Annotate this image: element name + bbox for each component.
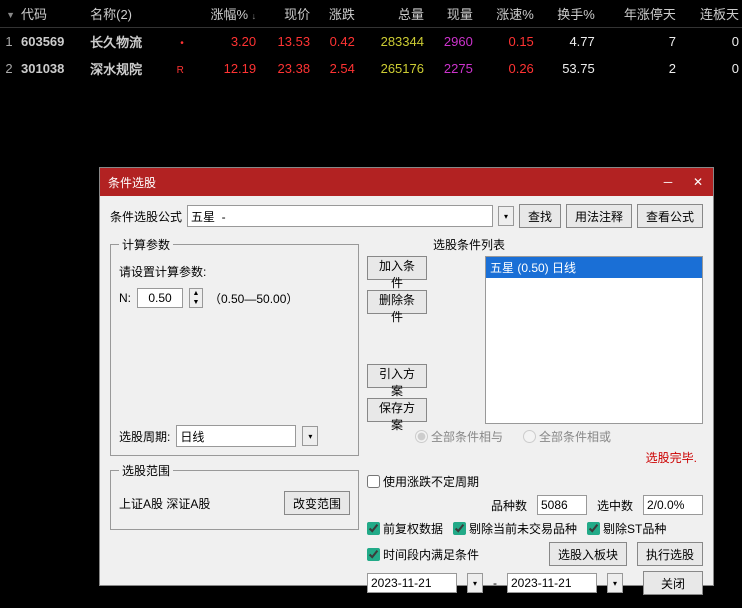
rm-nontrade-chk[interactable]: 剔除当前未交易品种 bbox=[453, 520, 577, 537]
stock-code: 603569 bbox=[18, 28, 87, 56]
col-flag bbox=[168, 0, 187, 28]
spinner-buttons[interactable]: ▲▼ bbox=[189, 288, 203, 308]
streak: 0 bbox=[679, 55, 742, 82]
col-code[interactable]: 代码 bbox=[18, 0, 87, 28]
status-text: 选股完毕. bbox=[367, 449, 703, 466]
rm-st-chk[interactable]: 剔除ST品种 bbox=[587, 520, 666, 537]
col-speed[interactable]: 涨速% bbox=[476, 0, 537, 28]
param-n-label: N: bbox=[119, 291, 131, 305]
titlebar[interactable]: 条件选股 ─ ✕ bbox=[100, 168, 713, 196]
pct: 12.19 bbox=[187, 55, 259, 82]
col-name[interactable]: 名称(2) bbox=[87, 0, 168, 28]
cur: 2960 bbox=[427, 28, 476, 56]
time-range-chk[interactable]: 时间段内满足条件 bbox=[367, 546, 479, 563]
chg: 0.42 bbox=[313, 28, 358, 56]
chg: 2.54 bbox=[313, 55, 358, 82]
col-pct[interactable]: 涨幅% ↓ bbox=[187, 0, 259, 28]
col-yup[interactable]: 年涨停天 bbox=[598, 0, 679, 28]
vol: 283344 bbox=[358, 28, 427, 56]
variety-count bbox=[537, 495, 587, 515]
date-from[interactable] bbox=[367, 573, 457, 593]
execute-button[interactable]: 执行选股 bbox=[637, 542, 703, 566]
usage-button[interactable]: 用法注释 bbox=[566, 204, 632, 228]
find-button[interactable]: 查找 bbox=[519, 204, 561, 228]
selected-label: 选中数 bbox=[597, 497, 633, 514]
stock-name: 长久物流 bbox=[87, 28, 168, 56]
view-formula-button[interactable]: 查看公式 bbox=[637, 204, 703, 228]
close-button[interactable]: 关闭 bbox=[643, 571, 703, 595]
yup: 7 bbox=[598, 28, 679, 56]
stock-code: 301038 bbox=[18, 55, 87, 82]
streak: 0 bbox=[679, 28, 742, 56]
cur: 2275 bbox=[427, 55, 476, 82]
turn: 53.75 bbox=[537, 55, 598, 82]
date-to[interactable] bbox=[507, 573, 597, 593]
scope-legend: 选股范围 bbox=[119, 462, 173, 479]
calc-params-fieldset: 计算参数 请设置计算参数: N: ▲▼ （0.50—50.00） 选股周期: bbox=[110, 236, 359, 456]
list-item[interactable]: 五星 (0.50) 日线 bbox=[486, 257, 702, 278]
param-hint: 请设置计算参数: bbox=[119, 263, 350, 280]
condition-listbox[interactable]: 五星 (0.50) 日线 bbox=[485, 256, 703, 424]
fq-chk[interactable]: 前复权数据 bbox=[367, 520, 443, 537]
table-row[interactable]: 1603569长久物流•3.2013.530.4228334429600.154… bbox=[0, 28, 742, 56]
param-range: （0.50—50.00） bbox=[209, 290, 298, 307]
radio-or: 全部条件相或 bbox=[523, 428, 611, 445]
stock-name: 深水规院 bbox=[87, 55, 168, 82]
col-vol[interactable]: 总量 bbox=[358, 0, 427, 28]
add-condition-button[interactable]: 加入条件 bbox=[367, 256, 427, 280]
save-scheme-button[interactable]: 保存方案 bbox=[367, 398, 427, 422]
col-streak[interactable]: 连板天 bbox=[679, 0, 742, 28]
date-dash: - bbox=[493, 576, 497, 590]
close-icon[interactable]: ✕ bbox=[683, 168, 713, 196]
turn: 4.77 bbox=[537, 28, 598, 56]
speed: 0.26 bbox=[476, 55, 537, 82]
col-chg[interactable]: 涨跌 bbox=[313, 0, 358, 28]
row-index: 2 bbox=[0, 55, 18, 82]
minimize-button[interactable]: ─ bbox=[653, 168, 683, 196]
col-turn[interactable]: 换手% bbox=[537, 0, 598, 28]
dialog-title: 条件选股 bbox=[108, 174, 653, 191]
to-block-button[interactable]: 选股入板块 bbox=[549, 542, 627, 566]
chevron-down-icon[interactable]: ▾ bbox=[607, 573, 623, 593]
chevron-down-icon[interactable]: ▾ bbox=[467, 573, 483, 593]
price: 13.53 bbox=[259, 28, 313, 56]
undef-period-chk[interactable]: 使用涨跌不定周期 bbox=[367, 473, 479, 490]
scope-fieldset: 选股范围 上证A股 深证A股 改变范围 bbox=[110, 462, 359, 530]
formula-label: 条件选股公式 bbox=[110, 208, 182, 225]
import-scheme-button[interactable]: 引入方案 bbox=[367, 364, 427, 388]
selected-count bbox=[643, 495, 703, 515]
formula-combo[interactable] bbox=[187, 205, 493, 227]
param-n-input[interactable] bbox=[137, 288, 183, 308]
flag: R bbox=[168, 55, 187, 82]
col-cur[interactable]: 现量 bbox=[427, 0, 476, 28]
chevron-down-icon[interactable]: ▾ bbox=[302, 426, 318, 446]
flag: • bbox=[168, 28, 187, 56]
period-combo[interactable] bbox=[176, 425, 296, 447]
delete-condition-button[interactable]: 删除条件 bbox=[367, 290, 427, 314]
variety-label: 品种数 bbox=[491, 497, 527, 514]
col-price[interactable]: 现价 bbox=[259, 0, 313, 28]
scope-text: 上证A股 深证A股 bbox=[119, 495, 210, 512]
table-header-row: ▼ 代码 名称(2) 涨幅% ↓ 现价 涨跌 总量 现量 涨速% 换手% 年涨停… bbox=[0, 0, 742, 28]
dropdown-icon[interactable]: ▼ bbox=[6, 10, 15, 20]
stock-table: ▼ 代码 名称(2) 涨幅% ↓ 现价 涨跌 总量 现量 涨速% 换手% 年涨停… bbox=[0, 0, 742, 82]
calc-legend: 计算参数 bbox=[119, 236, 173, 253]
yup: 2 bbox=[598, 55, 679, 82]
price: 23.38 bbox=[259, 55, 313, 82]
row-index: 1 bbox=[0, 28, 18, 56]
cond-list-label: 选股条件列表 bbox=[433, 236, 703, 253]
pct: 3.20 bbox=[187, 28, 259, 56]
table-row[interactable]: 2301038深水规院R12.1923.382.5426517622750.26… bbox=[0, 55, 742, 82]
vol: 265176 bbox=[358, 55, 427, 82]
chevron-down-icon[interactable]: ▾ bbox=[498, 206, 514, 226]
period-label: 选股周期: bbox=[119, 428, 170, 445]
radio-and: 全部条件相与 bbox=[415, 428, 503, 445]
stock-filter-dialog: 条件选股 ─ ✕ 条件选股公式 ▾ 查找 用法注释 查看公式 计算参数 请设置计… bbox=[99, 167, 714, 586]
speed: 0.15 bbox=[476, 28, 537, 56]
change-scope-button[interactable]: 改变范围 bbox=[284, 491, 350, 515]
